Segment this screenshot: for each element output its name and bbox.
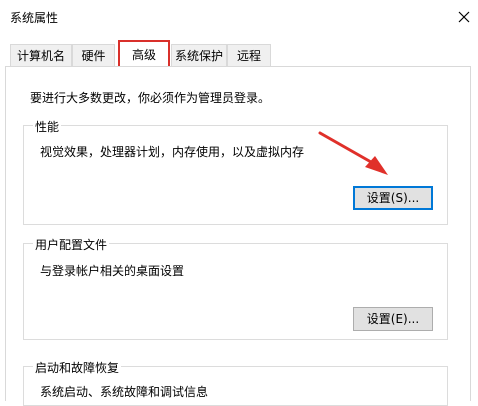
- tab-hardware[interactable]: 硬件: [72, 44, 115, 66]
- tab-system-protection[interactable]: 系统保护: [171, 44, 227, 66]
- user-profiles-settings-button[interactable]: 设置(E)...: [353, 307, 433, 331]
- performance-group-title: 性能: [33, 118, 62, 135]
- tab-remote[interactable]: 远程: [227, 44, 271, 66]
- tab-computer-name[interactable]: 计算机名: [10, 44, 72, 66]
- tab-advanced[interactable]: 高级: [118, 40, 170, 67]
- user-profiles-group-title: 用户配置文件: [33, 236, 110, 253]
- window-title: 系统属性: [10, 11, 59, 25]
- startup-recovery-group-title: 启动和故障恢复: [33, 359, 122, 376]
- performance-settings-button[interactable]: 设置(S)...: [353, 186, 433, 210]
- user-profiles-description: 与登录帐户相关的桌面设置: [40, 264, 185, 278]
- close-button[interactable]: [452, 5, 476, 29]
- admin-note: 要进行大多数更改，你必须作为管理员登录。: [30, 91, 271, 105]
- tab-content-panel: [5, 66, 471, 401]
- title-bar[interactable]: 系统属性: [0, 0, 478, 34]
- close-icon: [458, 11, 470, 23]
- tab-strip: 计算机名 硬件 高级 系统保护 远程: [0, 40, 478, 67]
- performance-group: [23, 125, 448, 225]
- system-properties-window: 系统属性 计算机名 硬件 高级 系统保护 远程 要进行大多数更改，你必须作为管理…: [0, 0, 478, 406]
- startup-recovery-description: 系统启动、系统故障和调试信息: [40, 385, 209, 399]
- performance-description: 视觉效果，处理器计划，内存使用，以及虚拟内存: [40, 145, 305, 159]
